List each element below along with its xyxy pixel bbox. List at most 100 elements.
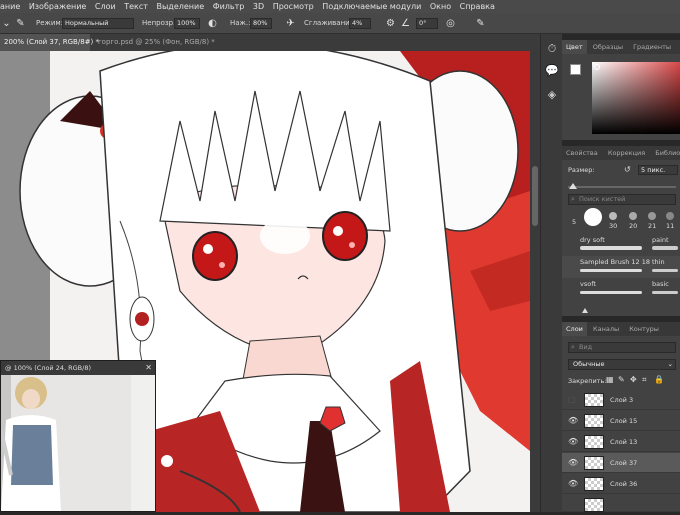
lock-paint-icon[interactable]: ✎ xyxy=(618,375,625,384)
menu-filter[interactable]: Фильтр xyxy=(210,0,248,13)
pen-pressure-opacity-icon[interactable]: ◐ xyxy=(206,17,219,30)
comment-icon[interactable]: 💬 xyxy=(545,64,559,78)
layer-row[interactable]: 👁 Слой 15 xyxy=(562,411,680,431)
brush-tip[interactable] xyxy=(666,212,674,220)
tab-document-active[interactable]: 200% (Слой 37, RGB/8#) * xyxy=(0,34,99,51)
brush-tip[interactable] xyxy=(648,212,656,220)
menu-type[interactable]: Текст xyxy=(121,0,151,13)
pressure-size-icon[interactable]: ◎ xyxy=(444,17,457,30)
menu-edit[interactable]: ание xyxy=(0,0,23,13)
menu-view[interactable]: Просмотр xyxy=(270,0,317,13)
mode-select[interactable]: Нормальный xyxy=(62,18,134,29)
smoothing-value: 4% xyxy=(352,19,363,27)
opacity-value: 100% xyxy=(177,19,196,27)
visibility-off-icon[interactable]: □ xyxy=(568,390,576,410)
symmetry-icon[interactable]: ✎ xyxy=(474,17,487,30)
document-tabs: 200% (Слой 37, RGB/8#) * горго.psd @ 25%… xyxy=(0,34,560,51)
brush-stroke-preview xyxy=(652,291,678,294)
layer-row[interactable] xyxy=(562,495,680,512)
brush-row[interactable]: dry soft paint xyxy=(562,234,680,256)
panel-icon-strip: ⏱ 💬 ◈ xyxy=(540,34,562,512)
airbrush-icon[interactable]: ✈ xyxy=(284,17,297,30)
tab-properties[interactable]: Свойства xyxy=(562,146,602,160)
brush-preset-size: 5 xyxy=(572,218,577,226)
reference-document-window[interactable]: @ 100% (Слой 24, RGB/8) ✕ xyxy=(0,360,156,512)
menu-plugins[interactable]: Подключаемые модули xyxy=(319,0,424,13)
menu-bar: ание Изображение Слои Текст Выделение Фи… xyxy=(0,0,680,13)
search-icon: ⌕ xyxy=(571,343,575,351)
opacity-field[interactable]: 100% xyxy=(174,18,200,29)
eye-icon[interactable]: 👁 xyxy=(568,432,578,452)
brush-tip-selected[interactable] xyxy=(584,208,602,226)
brush-row[interactable]: vsoft basic xyxy=(562,278,680,300)
brush-size-slider-handle[interactable] xyxy=(569,183,577,189)
layer-filter-input[interactable]: ⌕ Вид xyxy=(568,342,676,353)
eye-icon[interactable]: 👁 xyxy=(568,411,578,431)
brush-stroke-preview xyxy=(580,291,642,294)
brush-search-input[interactable]: ⌕ Поиск кистей xyxy=(568,194,676,205)
brush-tip[interactable] xyxy=(629,212,637,220)
color-panel: Цвет Образцы Градиенты xyxy=(562,40,680,140)
brush-size-slider[interactable] xyxy=(568,186,676,188)
tab-label: горго.psd @ 25% (Фон, RGB/8) * xyxy=(98,38,215,46)
brush-size-field[interactable]: 5 пикс. xyxy=(638,165,678,175)
menu-help[interactable]: Справка xyxy=(457,0,498,13)
tab-document-rorro[interactable]: горго.psd @ 25% (Фон, RGB/8) * xyxy=(94,34,215,51)
reference-window-title: @ 100% (Слой 24, RGB/8) xyxy=(5,364,91,372)
canvas-vertical-scrollbar[interactable] xyxy=(530,51,540,512)
menu-layers[interactable]: Слои xyxy=(92,0,119,13)
layer-row[interactable]: 👁 Слой 36 xyxy=(562,474,680,494)
layer-row[interactable]: □ Слой 3 xyxy=(562,390,680,410)
layer-row[interactable]: 👁 Слой 13 xyxy=(562,432,680,452)
scrollbar-thumb[interactable] xyxy=(532,166,538,226)
brush-size-value: 5 пикс. xyxy=(641,166,666,174)
search-icon: ⌕ xyxy=(571,195,575,203)
tab-paths[interactable]: Контуры xyxy=(625,322,663,336)
brush-size-label: Размер: xyxy=(568,166,595,174)
pressure-label: Наж.: xyxy=(230,19,251,27)
brush-preset-size: 20 xyxy=(629,222,638,230)
layer-name: Слой 15 xyxy=(610,417,638,425)
lock-position-icon[interactable]: ✥ xyxy=(630,375,637,384)
angle-icon[interactable]: ∠ xyxy=(399,17,412,30)
angle-field[interactable]: 0° xyxy=(416,18,438,29)
menu-window[interactable]: Окно xyxy=(427,0,454,13)
eye-icon[interactable]: 👁 xyxy=(568,453,578,473)
lock-all-icon[interactable]: 🔒 xyxy=(654,375,664,384)
menu-3d[interactable]: 3D xyxy=(250,0,267,13)
3d-cube-icon[interactable]: ◈ xyxy=(545,88,559,102)
arrow-icon[interactable]: ⌄ xyxy=(0,17,13,30)
menu-select[interactable]: Выделение xyxy=(153,0,207,13)
tab-layers[interactable]: Слои xyxy=(562,322,587,336)
tab-channels[interactable]: Каналы xyxy=(589,322,623,336)
tab-swatches[interactable]: Образцы xyxy=(589,40,627,54)
foreground-swatch[interactable] xyxy=(570,64,581,75)
pressure-field[interactable]: 80% xyxy=(250,18,272,29)
gear-icon[interactable]: ⚙ xyxy=(384,17,397,30)
layer-row-selected[interactable]: 👁 Слой 37 xyxy=(562,453,680,473)
history-icon[interactable]: ⏱ xyxy=(545,42,559,56)
brush-tool-icon[interactable]: ✎ xyxy=(14,17,27,30)
lock-label: Закрепить: xyxy=(568,377,607,385)
tab-gradients[interactable]: Градиенты xyxy=(629,40,675,54)
mode-label: Режим: xyxy=(36,19,64,27)
panel-resize-handle[interactable] xyxy=(582,308,588,313)
reset-icon[interactable]: ↺ xyxy=(624,165,631,174)
tab-adjustments[interactable]: Коррекция xyxy=(604,146,649,160)
lock-transparency-icon[interactable]: ▦ xyxy=(606,375,614,384)
brush-name: paint xyxy=(652,236,669,244)
tab-libraries[interactable]: Библиотеки xyxy=(651,146,680,160)
lock-artboard-icon[interactable]: ⌗ xyxy=(642,375,647,385)
brush-row[interactable]: Sampled Brush 12 18 thin xyxy=(562,256,680,278)
brush-tip[interactable] xyxy=(609,212,617,220)
chevron-down-icon: ⌄ xyxy=(667,360,673,368)
color-picker-field[interactable] xyxy=(592,62,680,134)
menu-image[interactable]: Изображение xyxy=(26,0,90,13)
tab-color[interactable]: Цвет xyxy=(562,40,587,54)
layer-name: Слой 13 xyxy=(610,438,638,446)
blend-mode-select[interactable]: Обычные ⌄ xyxy=(568,359,676,370)
reference-window-titlebar[interactable]: @ 100% (Слой 24, RGB/8) ✕ xyxy=(1,361,155,375)
close-icon[interactable]: ✕ xyxy=(145,361,152,375)
eye-icon[interactable]: 👁 xyxy=(568,474,578,494)
smoothing-field[interactable]: 4% xyxy=(349,18,371,29)
